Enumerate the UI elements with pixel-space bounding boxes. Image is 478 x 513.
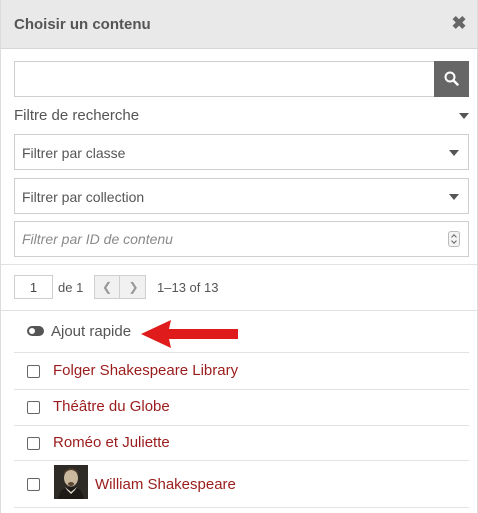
quick-add-label: Ajout rapide (51, 323, 132, 340)
list-item[interactable]: William Shakespeare (14, 460, 469, 508)
page-count-label: de 1 (58, 280, 84, 295)
caret-down-icon (459, 113, 469, 119)
caret-down-icon (449, 150, 459, 156)
pager-buttons: ❮ ❯ (94, 275, 146, 299)
search-filter-heading: Filtre de recherche (14, 107, 140, 124)
collection-filter-value: Filtrer par collection (22, 189, 145, 205)
next-page-button[interactable]: ❯ (121, 276, 146, 298)
page-number-input[interactable] (14, 275, 53, 299)
number-stepper[interactable] (448, 231, 460, 247)
annotation-arrow-icon (141, 320, 238, 348)
search-button[interactable] (434, 61, 469, 97)
item-checkbox[interactable] (27, 401, 40, 414)
toggle-icon (27, 326, 44, 336)
class-filter-select[interactable]: Filtrer par classe (14, 134, 469, 170)
portrait-image-icon (54, 465, 88, 499)
search-row (14, 61, 469, 97)
id-filter-input[interactable] (15, 222, 435, 256)
search-icon (444, 71, 459, 86)
chevron-right-icon: ❯ (128, 280, 139, 294)
class-filter-value: Filtrer par classe (22, 145, 126, 161)
close-icon[interactable]: ✖ (451, 14, 467, 32)
item-link[interactable]: Théâtre du Globe (53, 398, 170, 415)
list-item[interactable]: Folger Shakespeare Library (14, 352, 469, 389)
results-range: 1–13 of 13 (157, 280, 219, 295)
search-input[interactable] (14, 61, 434, 97)
divider (1, 310, 477, 311)
list-item[interactable]: Théâtre du Globe (14, 389, 469, 425)
portrait-thumbnail (54, 465, 88, 499)
chevron-left-icon: ❮ (101, 280, 113, 294)
item-link[interactable]: William Shakespeare (95, 476, 236, 493)
list-item[interactable]: Roméo et Juliette (14, 425, 469, 460)
divider (1, 264, 477, 265)
item-checkbox[interactable] (27, 478, 40, 491)
caret-down-icon (449, 194, 459, 200)
item-link[interactable]: Folger Shakespeare Library (53, 362, 238, 379)
pagination: de 1 ❮ ❯ 1–13 of 13 (14, 275, 469, 299)
chevron-down-icon (451, 238, 457, 244)
previous-page-button[interactable]: ❮ (95, 276, 120, 298)
item-checkbox[interactable] (27, 437, 40, 450)
panel-header: Choisir un contenu ✖ (1, 0, 477, 49)
item-checkbox[interactable] (27, 365, 40, 378)
id-filter-field (14, 221, 469, 257)
collection-filter-select[interactable]: Filtrer par collection (14, 178, 469, 214)
item-link[interactable]: Roméo et Juliette (53, 434, 170, 451)
search-filter-toggle[interactable]: Filtre de recherche (14, 106, 469, 126)
panel-title: Choisir un contenu (14, 16, 151, 33)
content-picker-panel: Choisir un contenu ✖ Filtre de recherche… (0, 0, 478, 513)
